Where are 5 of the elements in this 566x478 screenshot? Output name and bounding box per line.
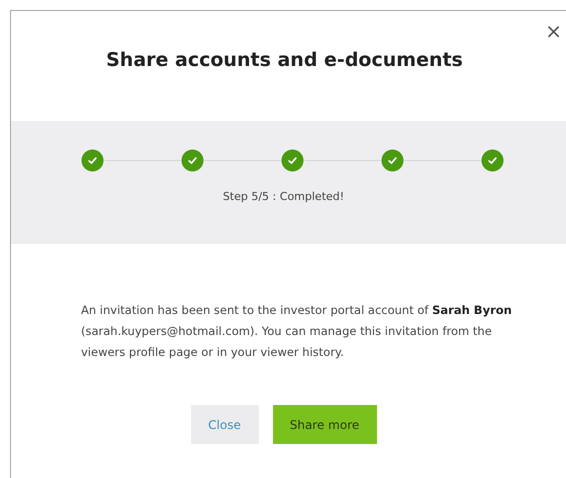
step-status: Step 5/5 : Completed! [222,190,346,203]
close-button[interactable]: Close [190,405,258,444]
message-text: An invitation has been sent to the investor portal account of Sarah Byron (sarah.kuypers@hotmail.com). You can manage this invitation from the viewers profile page or in your viewer history. [81,302,513,361]
dialog-title: Share accounts and e-documents [105,49,464,71]
share-more-button[interactable]: Share more [272,405,376,444]
